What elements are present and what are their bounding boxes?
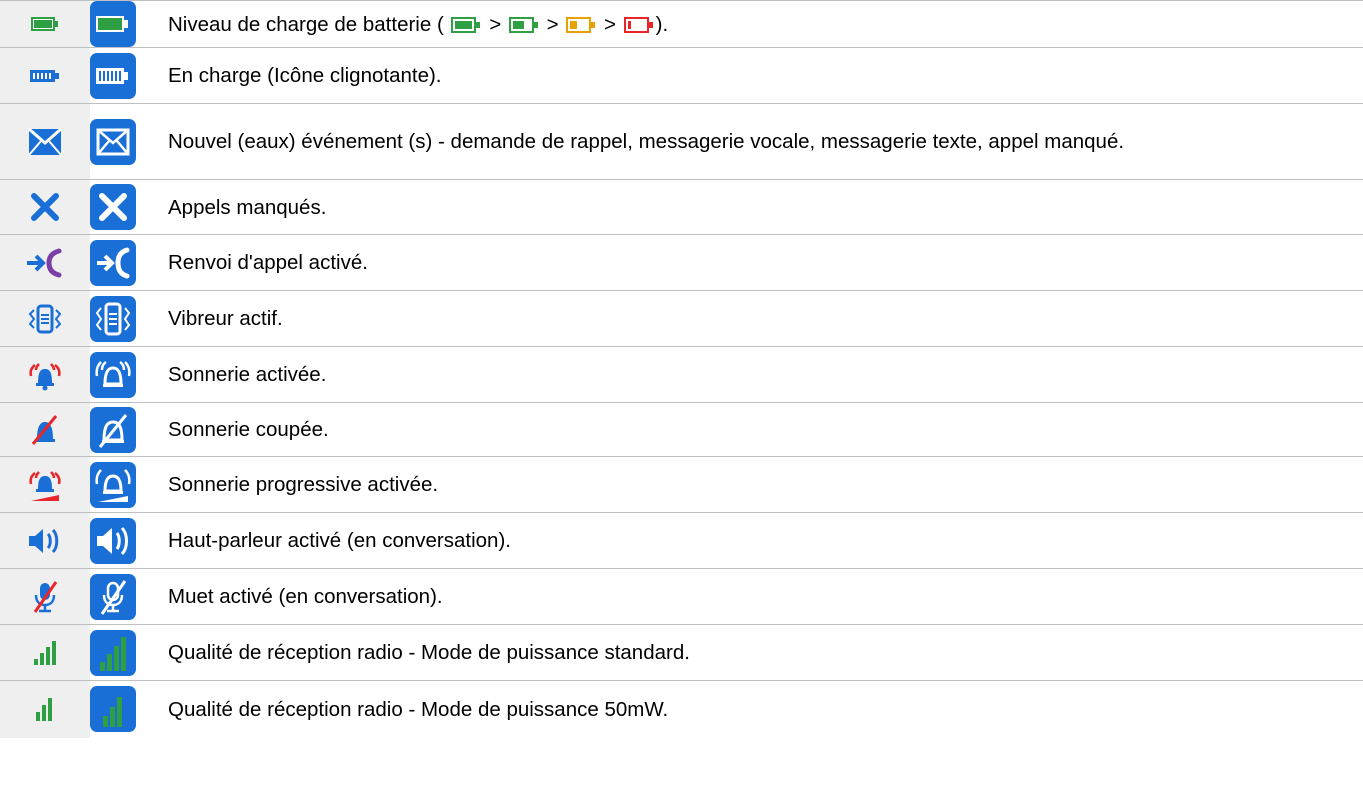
row-description: Sonnerie coupée. [168,402,1363,457]
missed-call-x-icon [90,179,168,235]
table-row: Sonnerie coupée. [0,402,1363,457]
battery-empty-icon [623,16,653,33]
missed-call-x-icon [0,179,90,235]
call-forward-icon [90,234,168,291]
row-description: Vibreur actif. [168,290,1363,347]
new-event-envelope-icon [0,103,90,180]
signal-50mw-icon [0,680,90,738]
battery-charging-icon [90,47,168,104]
row-description: Niveau de charge de batterie ( > > > ). [168,0,1363,48]
table-row: Niveau de charge de batterie ( > > > ). [0,0,1363,48]
row-description: Nouvel (eaux) événement (s) - demande de… [168,103,1363,180]
table-row: En charge (Icône clignotante). [0,47,1363,104]
row-description: Qualité de réception radio - Mode de pui… [168,624,1363,681]
signal-standard-icon [90,624,168,681]
progressive-ringer-icon [90,456,168,513]
new-event-envelope-icon [90,103,168,180]
row-description: Sonnerie activée. [168,346,1363,403]
table-row: Sonnerie progressive activée. [0,456,1363,513]
table-row: Qualité de réception radio - Mode de pui… [0,680,1363,738]
signal-50mw-icon [90,680,168,738]
battery-medium-icon [508,16,538,33]
table-row: Haut-parleur activé (en conversation). [0,512,1363,569]
battery-charging-icon [0,47,90,104]
row-description: Haut-parleur activé (en conversation). [168,512,1363,569]
table-row: Qualité de réception radio - Mode de pui… [0,624,1363,681]
speaker-icon [90,512,168,569]
row-description: Sonnerie progressive activée. [168,456,1363,513]
table-row: Nouvel (eaux) événement (s) - demande de… [0,103,1363,180]
ringer-off-icon [0,402,90,457]
mute-microphone-icon [90,568,168,625]
speaker-icon [0,512,90,569]
row-description: Renvoi d'appel activé. [168,234,1363,291]
row-description: En charge (Icône clignotante). [168,47,1363,104]
row-description: Appels manqués. [168,179,1363,235]
battery-level-icon [90,0,168,48]
row-description: Qualité de réception radio - Mode de pui… [168,680,1363,738]
table-row: Appels manqués. [0,179,1363,235]
call-forward-icon [0,234,90,291]
table-row: Muet activé (en conversation). [0,568,1363,625]
vibrate-icon [90,290,168,347]
ringer-on-icon [0,346,90,403]
vibrate-icon [0,290,90,347]
row-description: Muet activé (en conversation). [168,568,1363,625]
ringer-on-icon [90,346,168,403]
battery-low-icon [566,16,596,33]
mute-microphone-icon [0,568,90,625]
status-icon-table: Niveau de charge de batterie ( > > > ). … [0,0,1363,738]
progressive-ringer-icon [0,456,90,513]
signal-standard-icon [0,624,90,681]
table-row: Sonnerie activée. [0,346,1363,403]
table-row: Vibreur actif. [0,290,1363,347]
battery-level-icon [0,0,90,48]
ringer-off-icon [90,402,168,457]
table-row: Renvoi d'appel activé. [0,234,1363,291]
battery-full-icon [451,16,481,33]
